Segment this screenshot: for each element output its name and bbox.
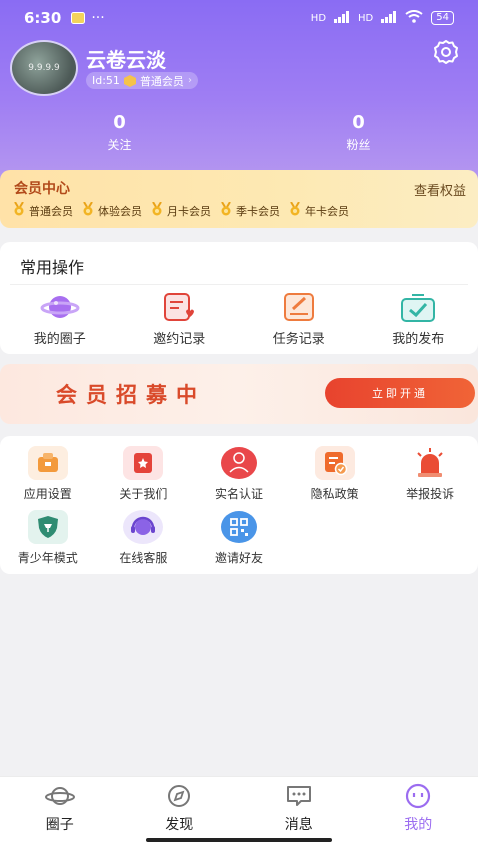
tab-mine[interactable]: 我的 xyxy=(359,777,478,850)
vip-level-item: 体验会员 xyxy=(81,201,142,219)
vip-level-item: 季卡会员 xyxy=(219,201,280,219)
status-dots: ··· xyxy=(91,10,105,26)
tool-label: 应用设置 xyxy=(23,487,72,501)
op-invite-records[interactable]: 邀约记录 xyxy=(120,290,240,347)
app-settings-icon xyxy=(27,446,68,480)
member-level: 普通会员 xyxy=(139,74,184,88)
stat-following[interactable]: 0 关注 xyxy=(0,112,239,153)
signal-icon xyxy=(334,10,350,26)
status-bar: 6:30 ··· HD HD 54 xyxy=(0,0,478,36)
planet-icon xyxy=(40,290,80,324)
vip-level-item: 年卡会员 xyxy=(288,201,349,219)
common-operations-title: 常用操作 xyxy=(20,258,85,277)
op-task-records[interactable]: 任务记录 xyxy=(239,290,359,347)
tool-about-us[interactable]: 关于我们 xyxy=(96,446,192,510)
privacy-icon xyxy=(314,446,355,480)
tool-label: 关于我们 xyxy=(119,487,168,501)
vip-level-item: 月卡会员 xyxy=(150,201,211,219)
medal-icon xyxy=(81,201,95,219)
battery-indicator: 54 xyxy=(431,11,454,25)
op-my-circle[interactable]: 我的圈子 xyxy=(0,290,120,347)
invite-record-icon xyxy=(159,290,199,324)
tools-card: 应用设置 关于我们 实名认证 隐私政策 举报投诉 青少年模式 在线客服 邀请好友 xyxy=(0,436,478,574)
view-benefits-link[interactable]: 查看权益 xyxy=(414,180,466,199)
tool-label: 青少年模式 xyxy=(17,551,78,565)
username: 云卷云淡 xyxy=(86,48,166,72)
common-operations-card: 常用操作 我的圈子 邀约记录 任务记录 我的发布 xyxy=(0,242,478,354)
customer-service-icon xyxy=(123,510,164,544)
tool-teen-mode[interactable]: 青少年模式 xyxy=(0,510,96,574)
vip-level-item: 普通会员 xyxy=(12,201,73,219)
stat-followers[interactable]: 0 粉丝 xyxy=(239,112,478,153)
op-label: 邀约记录 xyxy=(153,332,206,347)
tab-label: 消息 xyxy=(284,817,313,833)
wifi-icon xyxy=(405,10,423,26)
recruit-title: 会员招募中 xyxy=(56,383,206,407)
tool-label: 举报投诉 xyxy=(406,487,455,501)
task-record-icon xyxy=(279,290,319,324)
tab-circle[interactable]: 圈子 xyxy=(0,777,120,850)
tool-real-name[interactable]: 实名认证 xyxy=(191,446,287,510)
op-label: 我的圈子 xyxy=(33,332,86,347)
tab-label: 圈子 xyxy=(45,817,74,833)
tool-privacy-policy[interactable]: 隐私政策 xyxy=(287,446,383,510)
tab-label: 发现 xyxy=(165,817,194,833)
medal-icon xyxy=(12,201,26,219)
chevron-right-icon: › xyxy=(187,75,192,86)
real-name-icon xyxy=(219,446,259,480)
tool-label: 邀请好友 xyxy=(214,551,263,565)
network-label-2: HD xyxy=(358,12,374,24)
medal-icon xyxy=(288,201,302,219)
avatar[interactable]: 9.9.9.9 xyxy=(10,40,78,96)
profile-stats: 0 关注 0 粉丝 xyxy=(0,112,478,153)
op-my-publish[interactable]: 我的发布 xyxy=(359,290,478,347)
member-badge-icon xyxy=(123,74,136,87)
tool-label: 实名认证 xyxy=(214,487,263,501)
stat-label: 粉丝 xyxy=(346,138,371,152)
vip-level-label: 月卡会员 xyxy=(167,204,211,218)
avatar-text: 9.9.9.9 xyxy=(28,63,60,73)
network-label-1: HD xyxy=(310,12,327,24)
publish-icon xyxy=(398,290,438,324)
teen-mode-icon xyxy=(27,510,68,544)
user-id: Id:51 xyxy=(92,74,120,87)
vip-level-label: 体验会员 xyxy=(98,204,142,218)
divider xyxy=(10,284,468,285)
tool-label: 隐私政策 xyxy=(310,487,359,501)
compass-tab-icon xyxy=(163,783,195,809)
vip-center-title: 会员中心 xyxy=(14,181,70,197)
vip-center-card[interactable]: 会员中心 查看权益 普通会员 体验会员 月卡会员 季卡会员 年卡会员 xyxy=(0,170,478,228)
status-time: 6:30 xyxy=(24,9,62,27)
vip-level-label: 季卡会员 xyxy=(236,204,280,218)
qr-invite-icon xyxy=(219,510,259,544)
about-us-icon xyxy=(123,446,164,480)
stat-label: 关注 xyxy=(107,138,132,152)
planet-tab-icon xyxy=(44,783,76,809)
gallery-icon xyxy=(71,9,86,28)
op-label: 我的发布 xyxy=(392,332,445,347)
activate-now-button[interactable]: 立即开通 xyxy=(325,378,475,408)
stat-value: 0 xyxy=(352,112,365,133)
vip-level-label: 年卡会员 xyxy=(305,204,349,218)
tool-app-settings[interactable]: 应用设置 xyxy=(0,446,96,510)
user-meta[interactable]: Id:51 普通会员 › xyxy=(86,72,198,89)
tool-report[interactable]: 举报投诉 xyxy=(382,446,478,510)
signal-icon-2 xyxy=(381,10,397,26)
tab-label: 我的 xyxy=(404,817,433,833)
member-recruit-banner[interactable]: 会员招募中 立即开通 xyxy=(0,364,478,424)
settings-gear-icon[interactable] xyxy=(432,38,460,66)
message-tab-icon xyxy=(283,783,315,809)
tool-customer-service[interactable]: 在线客服 xyxy=(96,510,192,574)
vip-levels: 普通会员 体验会员 月卡会员 季卡会员 年卡会员 xyxy=(12,201,349,219)
profile-tab-icon xyxy=(402,783,434,809)
home-indicator xyxy=(146,838,332,842)
op-label: 任务记录 xyxy=(272,332,325,347)
medal-icon xyxy=(219,201,233,219)
tool-invite-friends[interactable]: 邀请好友 xyxy=(191,510,287,574)
report-icon xyxy=(410,446,450,480)
stat-value: 0 xyxy=(113,112,126,133)
vip-level-label: 普通会员 xyxy=(29,204,73,218)
tool-label: 在线客服 xyxy=(119,551,168,565)
medal-icon xyxy=(150,201,164,219)
